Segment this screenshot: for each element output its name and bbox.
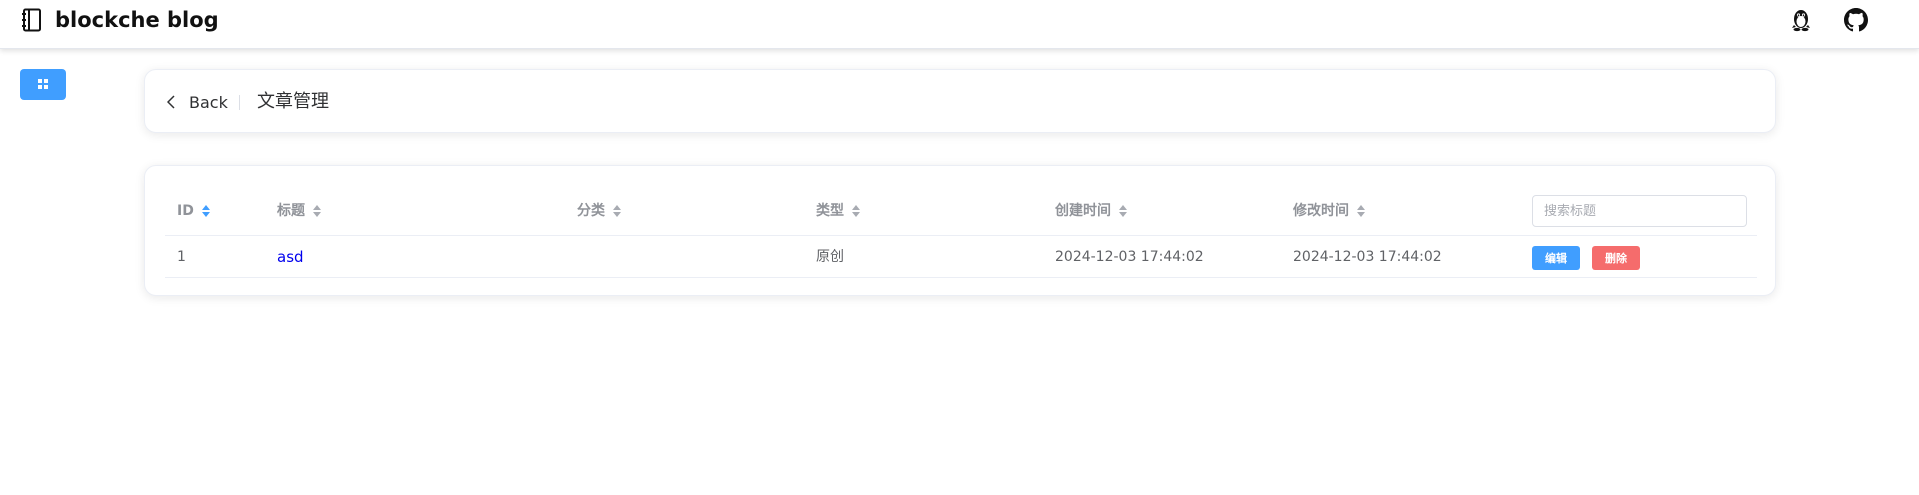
delete-button[interactable]: 删除 [1592, 246, 1640, 270]
cell-modified: 2024-12-03 17:44:02 [1293, 249, 1442, 265]
qq-penguin-icon[interactable] [1787, 6, 1815, 34]
sort-caret-icon[interactable] [1118, 204, 1128, 218]
column-header-title[interactable]: 标题 [277, 186, 322, 236]
column-header-modified[interactable]: 修改时间 [1293, 186, 1366, 236]
sort-caret-icon[interactable] [312, 204, 322, 218]
table-header: ID 标题 分类 类型 创建时间 修改时间 搜索标题 [165, 186, 1757, 236]
sort-caret-icon[interactable] [851, 204, 861, 218]
header-divider [239, 95, 240, 110]
notebook-icon [21, 7, 45, 33]
brand-title: blockche blog [55, 8, 219, 32]
article-title-link[interactable]: asd [277, 236, 304, 278]
article-table-card: ID 标题 分类 类型 创建时间 修改时间 搜索标题 1 asd 原创 2024… [144, 165, 1776, 296]
chevron-left-icon [167, 95, 175, 109]
brand[interactable]: blockche blog [21, 6, 219, 34]
menu-toggle-button[interactable] [20, 69, 66, 100]
sort-caret-icon[interactable] [201, 204, 211, 218]
cell-type: 原创 [816, 249, 844, 265]
column-header-created[interactable]: 创建时间 [1055, 186, 1128, 236]
cell-id: 1 [177, 249, 186, 265]
page-title: 文章管理 [257, 91, 329, 112]
column-header-type[interactable]: 类型 [816, 186, 861, 236]
page-header-card: Back 文章管理 [144, 69, 1776, 133]
table-row: 1 asd 原创 2024-12-03 17:44:02 2024-12-03 … [165, 236, 1757, 278]
github-icon[interactable] [1842, 6, 1870, 34]
sort-caret-icon[interactable] [612, 204, 622, 218]
column-header-id[interactable]: ID [177, 186, 211, 236]
column-header-category[interactable]: 分类 [577, 186, 622, 236]
back-button[interactable]: Back [167, 70, 228, 134]
top-navbar: blockche blog [0, 0, 1919, 49]
grid-menu-icon [37, 75, 49, 94]
edit-button[interactable]: 编辑 [1532, 246, 1580, 270]
search-title-input[interactable] [1532, 195, 1747, 227]
back-label: Back [189, 92, 228, 112]
sort-caret-icon[interactable] [1356, 204, 1366, 218]
cell-created: 2024-12-03 17:44:02 [1055, 249, 1204, 265]
